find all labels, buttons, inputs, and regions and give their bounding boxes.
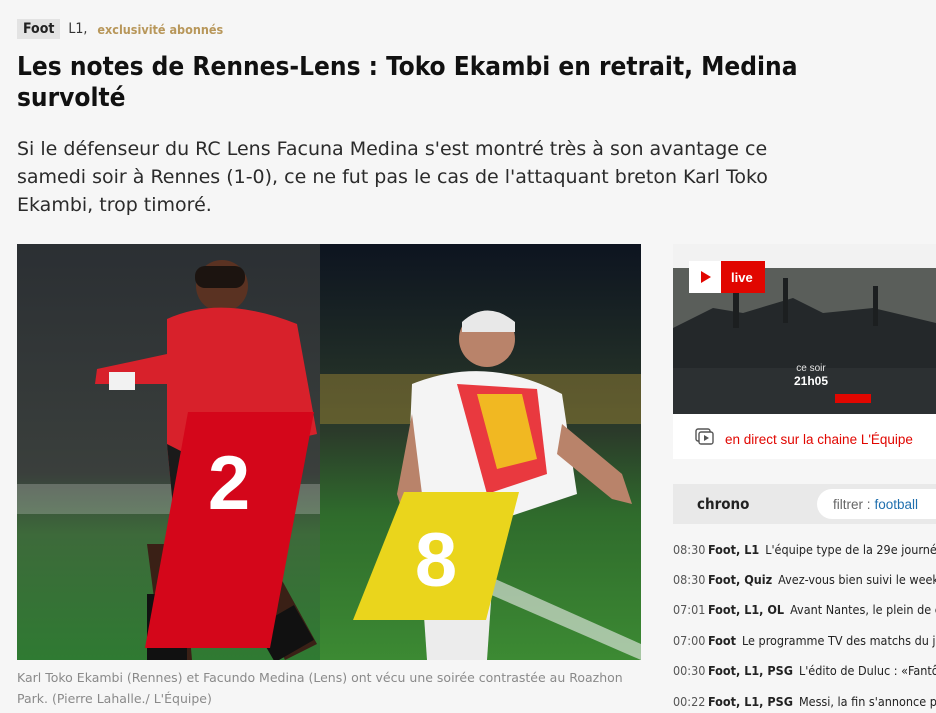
chrono-tags: Foot, L1 [708, 541, 760, 557]
live-label: live [721, 261, 765, 293]
chrono-time: 08:30 [673, 541, 706, 557]
chrono-item[interactable]: 00:30 Foot, L1, PSG L'édito de Duluc : «… [673, 656, 936, 686]
chrono-filter-select[interactable]: filtrer : football [817, 489, 936, 519]
rennes-grade: 2 [208, 441, 250, 526]
chrono-title: chrono [697, 495, 750, 513]
chrono-item[interactable]: 07:00 Foot Le programme TV des matchs du… [673, 625, 936, 655]
chrono-item[interactable]: 00:22 Foot, L1, PSG Messi, la fin s'anno… [673, 686, 936, 713]
chrono-headline: L'édito de Duluc : «Fantôme» [798, 663, 936, 679]
chrono-tags: Foot, L1, PSG [708, 663, 793, 679]
live-video-player[interactable]: ce soir 21h05 live [673, 244, 936, 414]
lens-grade: 8 [415, 518, 457, 603]
live-tv-widget[interactable]: ce soir 21h05 live en direct sur la chai… [673, 244, 936, 459]
chrono-time: 07:00 [673, 632, 706, 648]
chrono-tags: Foot [708, 632, 737, 648]
chrono-time: 07:01 [673, 602, 706, 618]
article-title: Les notes de Rennes-Lens : Toko Ekambi e… [17, 52, 798, 113]
article-hero-image[interactable]: 2 8 [17, 244, 641, 660]
tv-play-icon [695, 428, 715, 450]
chrono-tags: Foot, L1, OL [708, 602, 785, 618]
chrono-time: 00:22 [673, 693, 706, 709]
chrono-item[interactable]: 08:30 Foot, L1 L'équipe type de la 29e j… [673, 534, 936, 564]
live-channel-link[interactable]: en direct sur la chaine L'Équipe [695, 428, 913, 450]
live-overlay-hour: 21h05 [794, 374, 828, 388]
image-caption: Karl Toko Ekambi (Rennes) et Facundo Med… [17, 670, 623, 706]
channel-logo [835, 394, 871, 403]
breadcrumb: Foot L1, exclusivité abonnés [17, 18, 223, 40]
hero-photo-composite: 2 8 [17, 244, 641, 660]
chrono-headline: Avant Nantes, le plein de confiance [790, 602, 936, 618]
chrono-headline: Messi, la fin s'annonce pénible [798, 693, 936, 709]
filter-value: football [874, 496, 919, 512]
breadcrumb-competition-link[interactable]: L1, [68, 21, 87, 37]
chrono-headline: L'équipe type de la 29e journée [765, 541, 936, 557]
chrono-headline: Le programme TV des matchs du jour [742, 632, 936, 648]
chrono-tags: Foot, L1, PSG [708, 693, 793, 709]
chrono-item[interactable]: 08:30 Foot, Quiz Avez-vous bien suivi le… [673, 564, 936, 594]
subscriber-exclusive-badge: exclusivité abonnés [97, 21, 224, 37]
chrono-list: 08:30 Foot, L1 L'équipe type de la 29e j… [673, 534, 936, 713]
live-overlay-label: ce soir [796, 363, 826, 374]
chrono-time: 00:30 [673, 663, 706, 679]
chrono-header: chrono filtrer : football [673, 484, 936, 524]
chrono-item[interactable]: 07:01 Foot, L1, OL Avant Nantes, le plei… [673, 595, 936, 625]
live-channel-link-text: en direct sur la chaine L'Équipe [725, 431, 913, 447]
chrono-time: 08:30 [673, 572, 706, 588]
live-badge[interactable]: live [689, 261, 765, 293]
chrono-headline: Avez-vous bien suivi le week-end [778, 572, 936, 588]
article-standfirst: Si le défenseur du RC Lens Facuna Medina… [17, 138, 768, 216]
play-icon [689, 261, 721, 293]
breadcrumb-sport-link[interactable]: Foot [17, 19, 61, 39]
filter-label: filtrer : [833, 496, 871, 512]
chrono-tags: Foot, Quiz [708, 572, 773, 588]
